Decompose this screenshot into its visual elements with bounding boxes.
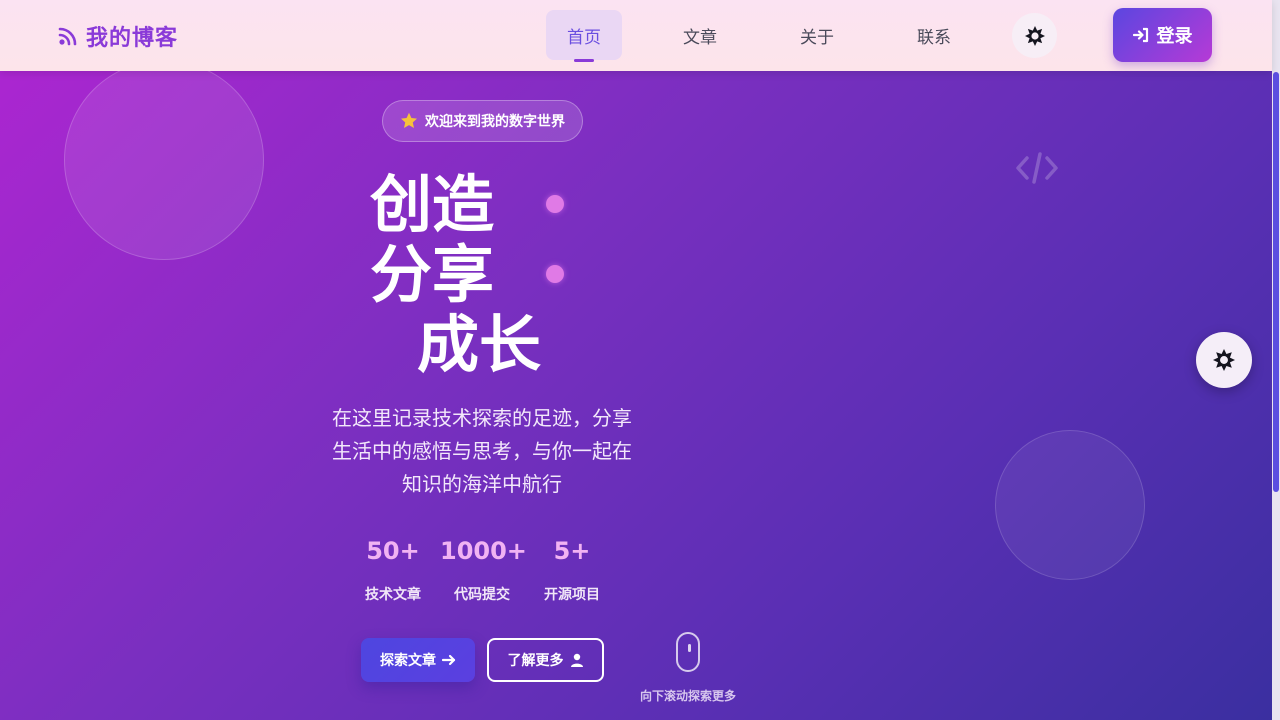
nav-item-about[interactable]: 关于 (779, 10, 855, 60)
nav-label: 文章 (683, 27, 717, 48)
nav-item-contact[interactable]: 联系 (896, 10, 972, 60)
mouse-icon (676, 632, 700, 672)
user-icon (570, 653, 583, 667)
gear-icon (1213, 349, 1235, 371)
scrollbar-thumb[interactable] (1273, 72, 1279, 492)
nav-label: 首页 (567, 27, 601, 48)
subtitle-line: 生活中的感悟与思考，与你一起在 (332, 439, 632, 463)
welcome-badge: 欢迎来到我的数字世界 (382, 100, 583, 142)
sun-icon (1024, 25, 1045, 46)
rss-icon (58, 27, 77, 46)
button-label: 了解更多 (507, 653, 564, 669)
arrow-right-icon (442, 654, 456, 666)
logo-text: 我的博客 (86, 26, 179, 51)
login-label: 登录 (1156, 26, 1193, 47)
nav-label: 联系 (917, 27, 951, 48)
learn-more-button[interactable]: 了解更多 (487, 638, 604, 682)
nav-item-home[interactable]: 首页 (546, 10, 622, 62)
stat-value: 5+ (553, 537, 591, 565)
site-header: 我的博客 首页 文章 关于 联系 登录 (0, 0, 1272, 71)
nav-active-indicator (574, 59, 594, 62)
headline-line: 成长 (417, 308, 542, 381)
explore-articles-button[interactable]: 探索文章 (361, 638, 475, 682)
subtitle-line: 知识的海洋中航行 (402, 472, 562, 496)
stat-label: 开源项目 (544, 587, 600, 603)
headline-line: 创造 (370, 168, 495, 241)
code-icon (1016, 152, 1058, 184)
decorative-circle (64, 60, 264, 260)
stat-value: 1000+ (440, 537, 527, 565)
star-icon (401, 112, 417, 128)
decorative-circle (995, 430, 1145, 580)
login-button[interactable]: 登录 (1113, 8, 1212, 62)
nav-label: 关于 (800, 27, 834, 48)
stat-label: 技术文章 (365, 587, 421, 603)
floating-settings-button[interactable] (1196, 332, 1252, 388)
site-logo[interactable]: 我的博客 (58, 20, 178, 52)
scroll-hint: 向下滚动探索更多 (639, 689, 736, 703)
decorative-dot (546, 265, 564, 283)
mouse-wheel (688, 644, 691, 652)
decorative-dot (546, 195, 564, 213)
nav-item-articles[interactable]: 文章 (662, 10, 738, 60)
headline-line: 分享 (370, 238, 495, 311)
theme-toggle-button[interactable] (1012, 13, 1057, 58)
sign-in-icon (1132, 27, 1148, 43)
button-label: 探索文章 (380, 653, 436, 669)
stat-label: 代码提交 (454, 587, 510, 603)
welcome-text: 欢迎来到我的数字世界 (425, 114, 565, 130)
stat-value: 50+ (366, 537, 420, 565)
hero-subtitle: 在这里记录技术探索的足迹，分享 生活中的感悟与思考，与你一起在 知识的海洋中航行 (320, 402, 644, 501)
subtitle-line: 在这里记录技术探索的足迹，分享 (332, 406, 632, 430)
